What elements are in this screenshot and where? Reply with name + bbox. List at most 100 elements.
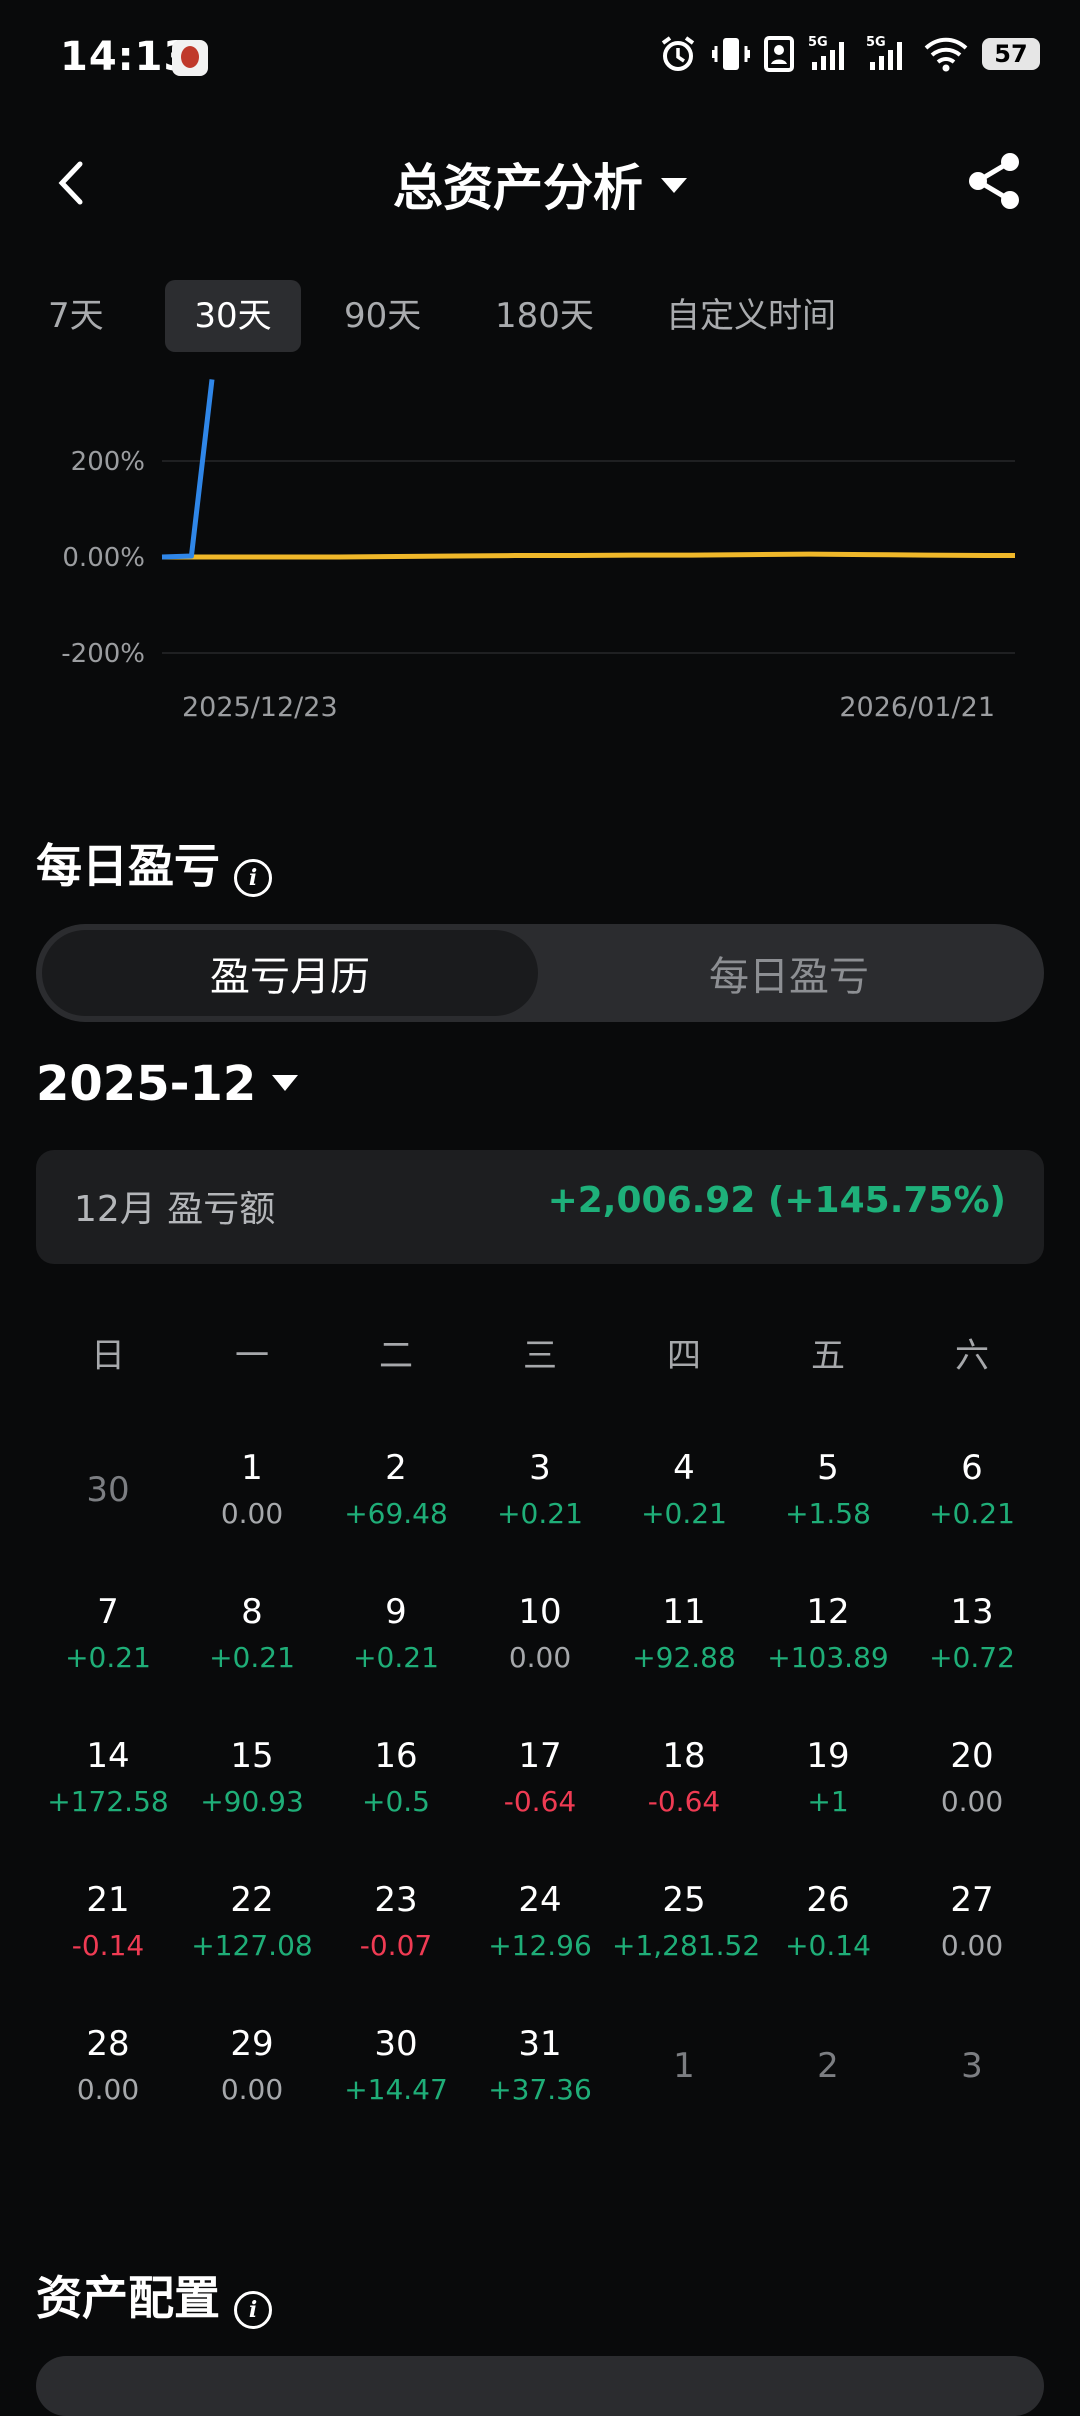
title-dropdown-icon[interactable] — [661, 178, 687, 193]
calendar-day-number: 16 — [374, 1736, 418, 1776]
share-icon[interactable] — [966, 150, 1024, 212]
calendar-day-number: 1 — [673, 2046, 695, 2086]
calendar-day[interactable]: 22 +127.08 — [180, 1878, 324, 1968]
calendar-day-number: 4 — [673, 1448, 695, 1488]
status-icons: 5G 5G 57 — [658, 34, 1040, 74]
calendar-day-number: 13 — [950, 1592, 994, 1632]
segment-daily-pnl[interactable]: 每日盈亏 — [540, 930, 1038, 1016]
calendar-day-pnl: +1 — [807, 1785, 849, 1818]
calendar-day-pnl: +0.21 — [497, 1497, 583, 1530]
calendar-day[interactable]: 28 0.00 — [36, 2022, 180, 2112]
info-icon[interactable]: i — [234, 2291, 272, 2329]
calendar-day-number: 8 — [241, 1592, 263, 1632]
tab-90d[interactable]: 90天 — [344, 280, 454, 352]
section-daily-pnl-title: 每日盈亏 — [36, 839, 220, 893]
calendar-day[interactable]: 8 +0.21 — [180, 1590, 324, 1680]
calendar-day-number: 31 — [518, 2024, 562, 2064]
calendar-day[interactable]: 1 — [612, 2044, 756, 2088]
calendar-day-number: 17 — [518, 1736, 562, 1776]
calendar-day-pnl: -0.07 — [359, 1929, 433, 1962]
calendar-day-number: 28 — [86, 2024, 130, 2064]
calendar-day[interactable]: 25 +1,281.52 — [612, 1878, 761, 1968]
calendar-day[interactable]: 19 +1 — [756, 1734, 900, 1824]
month-selector[interactable]: 2025-12 — [36, 1056, 299, 1112]
calendar-day-pnl: +0.21 — [353, 1641, 439, 1674]
calendar-day-pnl: 0.00 — [76, 2073, 140, 2106]
svg-text:5G: 5G — [808, 35, 828, 50]
calendar-day[interactable]: 24 +12.96 — [468, 1878, 612, 1968]
calendar-day-pnl: +0.21 — [65, 1641, 151, 1674]
calendar-day-pnl: +1,281.52 — [612, 1929, 761, 1962]
calendar-day-pnl: +0.21 — [209, 1641, 295, 1674]
signal-5g-icon: 5G — [808, 34, 852, 74]
calendar-day[interactable]: 3 — [900, 2044, 1044, 2088]
calendar-day[interactable]: 14 +172.58 — [36, 1734, 180, 1824]
calendar-day-number: 6 — [961, 1448, 983, 1488]
calendar-day-number: 9 — [385, 1592, 407, 1632]
calendar-day[interactable]: 3 +0.21 — [468, 1446, 612, 1536]
calendar-day-pnl: +12.96 — [488, 1929, 592, 1962]
weekday-header: 六 — [955, 1336, 989, 1376]
calendar-day[interactable]: 10 0.00 — [468, 1590, 612, 1680]
calendar-day-pnl: 0.00 — [940, 1785, 1004, 1818]
month-summary-label: 12月 盈亏额 — [74, 1189, 276, 1230]
battery-icon: 57 — [982, 38, 1040, 70]
calendar-day-pnl: -0.14 — [71, 1929, 145, 1962]
calendar-day[interactable]: 11 +92.88 — [612, 1590, 756, 1680]
wifi-icon — [924, 34, 968, 74]
tab-7d[interactable]: 7天 — [48, 280, 140, 352]
calendar-day-number: 3 — [529, 1448, 551, 1488]
calendar-day[interactable]: 27 0.00 — [900, 1878, 1044, 1968]
calendar-day-number: 26 — [806, 1880, 850, 1920]
calendar-day[interactable]: 18 -0.64 — [612, 1734, 756, 1824]
calendar-day[interactable]: 7 +0.21 — [36, 1590, 180, 1680]
calendar-day-pnl: 0.00 — [508, 1641, 572, 1674]
x-tick-label: 2025/12/23 — [182, 692, 338, 723]
calendar-day[interactable]: 5 +1.58 — [756, 1446, 900, 1536]
calendar-day[interactable]: 15 +90.93 — [180, 1734, 324, 1824]
calendar-day[interactable]: 2 — [756, 2044, 900, 2088]
calendar-day-pnl: +103.89 — [767, 1641, 889, 1674]
calendar-day[interactable]: 6 +0.21 — [900, 1446, 1044, 1536]
calendar-day[interactable]: 12 +103.89 — [756, 1590, 900, 1680]
y-tick-label: -200% — [61, 639, 145, 669]
calendar-day-pnl: +1.58 — [785, 1497, 871, 1530]
asset-chart[interactable]: 200% 0.00% -200% 2025/12/23 2026/01/21 — [0, 360, 1080, 730]
calendar-day[interactable]: 31 +37.36 — [468, 2022, 612, 2112]
info-icon[interactable]: i — [234, 859, 272, 897]
weekday-header: 一 — [235, 1336, 269, 1376]
calendar-day[interactable]: 26 +0.14 — [756, 1878, 900, 1968]
calendar-day-pnl: +0.21 — [929, 1497, 1015, 1530]
section-daily-pnl: 每日盈亏 i — [36, 830, 272, 897]
tab-custom-time[interactable]: 自定义时间 — [666, 280, 886, 352]
calendar-day-number: 5 — [817, 1448, 839, 1488]
calendar-day-number: 19 — [806, 1736, 850, 1776]
calendar-day[interactable]: 29 0.00 — [180, 2022, 324, 2112]
calendar-day[interactable]: 23 -0.07 — [324, 1878, 468, 1968]
tab-180d[interactable]: 180天 — [495, 280, 625, 352]
weekday-header: 四 — [667, 1336, 701, 1376]
calendar-day-number: 14 — [86, 1736, 130, 1776]
calendar-day[interactable]: 4 +0.21 — [612, 1446, 756, 1536]
calendar-day[interactable]: 9 +0.21 — [324, 1590, 468, 1680]
calendar-day-pnl: +0.14 — [785, 1929, 871, 1962]
page-title[interactable]: 总资产分析 — [0, 148, 1080, 220]
section-asset-allocation: 资产配置 i — [36, 2262, 272, 2329]
calendar-day-number: 15 — [230, 1736, 274, 1776]
calendar-day[interactable]: 20 0.00 — [900, 1734, 1044, 1824]
vibrate-icon — [712, 34, 750, 74]
calendar-day-pnl: +90.93 — [200, 1785, 304, 1818]
tab-30d[interactable]: 30天 — [165, 280, 301, 352]
calendar-day[interactable]: 30 — [36, 1468, 180, 1512]
calendar-day[interactable]: 17 -0.64 — [468, 1734, 612, 1824]
calendar-day[interactable]: 30 +14.47 — [324, 2022, 468, 2112]
series-line — [162, 551, 1015, 560]
calendar-day[interactable]: 16 +0.5 — [324, 1734, 468, 1824]
month-label: 2025-12 — [36, 1056, 257, 1112]
segment-pnl-calendar[interactable]: 盈亏月历 — [42, 930, 538, 1016]
calendar-day[interactable]: 21 -0.14 — [36, 1878, 180, 1968]
calendar-day-number: 7 — [97, 1592, 119, 1632]
calendar-day[interactable]: 13 +0.72 — [900, 1590, 1044, 1680]
calendar-day[interactable]: 2 +69.48 — [324, 1446, 468, 1536]
calendar-day[interactable]: 1 0.00 — [180, 1446, 324, 1536]
